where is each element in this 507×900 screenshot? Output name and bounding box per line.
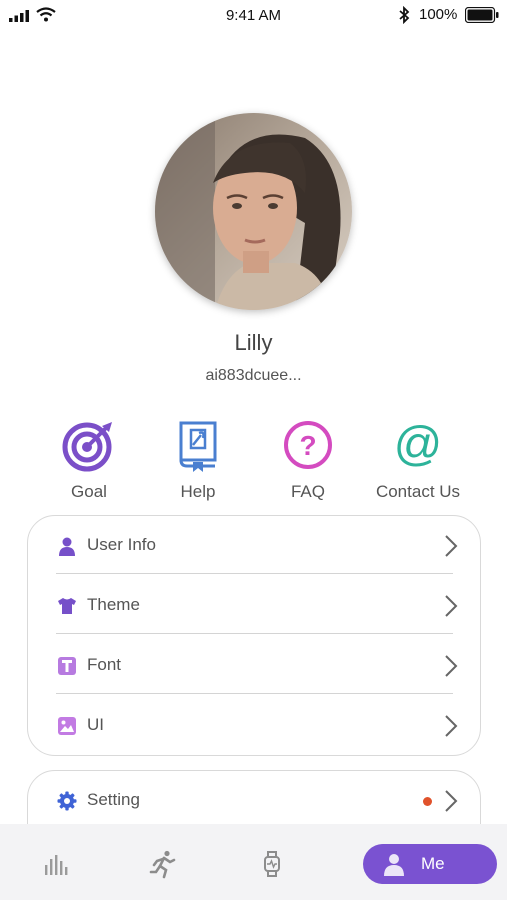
- divider: [56, 633, 453, 634]
- menu-item-label: User Info: [87, 535, 156, 554]
- user-name: Lilly: [234, 330, 273, 355]
- menu-item-label: Theme: [87, 595, 140, 614]
- at-icon: @: [394, 418, 443, 471]
- gear-icon: [57, 791, 77, 811]
- menu-item-font[interactable]: Font: [28, 636, 480, 696]
- bluetooth-icon: [399, 6, 410, 24]
- divider: [56, 693, 453, 694]
- menu-item-label: Setting: [87, 790, 140, 809]
- user-icon: [59, 537, 75, 556]
- tab-me[interactable]: Me: [363, 844, 497, 884]
- bottom-tab-bar: Me: [0, 824, 507, 900]
- menu-item-theme[interactable]: Theme: [28, 576, 480, 636]
- avatar[interactable]: [155, 113, 352, 310]
- person-icon: [384, 854, 404, 876]
- shirt-icon: [58, 598, 76, 614]
- question-icon: ?: [284, 421, 332, 469]
- menu-item-label: Font: [87, 655, 122, 674]
- chart-bars-icon[interactable]: [40, 849, 70, 879]
- menu-item-ui[interactable]: UI: [28, 696, 480, 756]
- user-id: ai883dcuee...: [205, 367, 302, 384]
- settings-menu-card: User Info Theme Font UI: [27, 515, 481, 756]
- avatar-photo: [155, 113, 352, 310]
- battery-percent: 100%: [419, 6, 458, 23]
- tab-me-label: Me: [421, 854, 445, 873]
- status-bar: 9:41 AM 100%: [0, 0, 507, 32]
- quick-action-contact-us[interactable]: @ Contact Us: [353, 418, 483, 502]
- menu-item-label: UI: [87, 715, 104, 734]
- chevron-right-icon: [445, 535, 458, 557]
- chevron-right-icon: [445, 655, 458, 677]
- chevron-right-icon: [445, 790, 458, 812]
- target-icon: [62, 422, 112, 472]
- notification-dot: [423, 797, 432, 806]
- watch-icon[interactable]: [257, 849, 287, 879]
- running-icon[interactable]: [148, 849, 178, 879]
- battery-icon: [465, 7, 499, 23]
- help-book-icon: [179, 421, 217, 472]
- image-icon: [58, 717, 76, 735]
- chevron-right-icon: [445, 715, 458, 737]
- chevron-right-icon: [445, 595, 458, 617]
- menu-item-setting[interactable]: Setting: [28, 771, 480, 831]
- font-icon: [58, 657, 76, 675]
- menu-item-user-info[interactable]: User Info: [28, 516, 480, 576]
- quick-action-label: Contact Us: [375, 482, 461, 501]
- svg-text:@: @: [394, 418, 443, 471]
- svg-text:?: ?: [299, 430, 316, 461]
- divider: [56, 573, 453, 574]
